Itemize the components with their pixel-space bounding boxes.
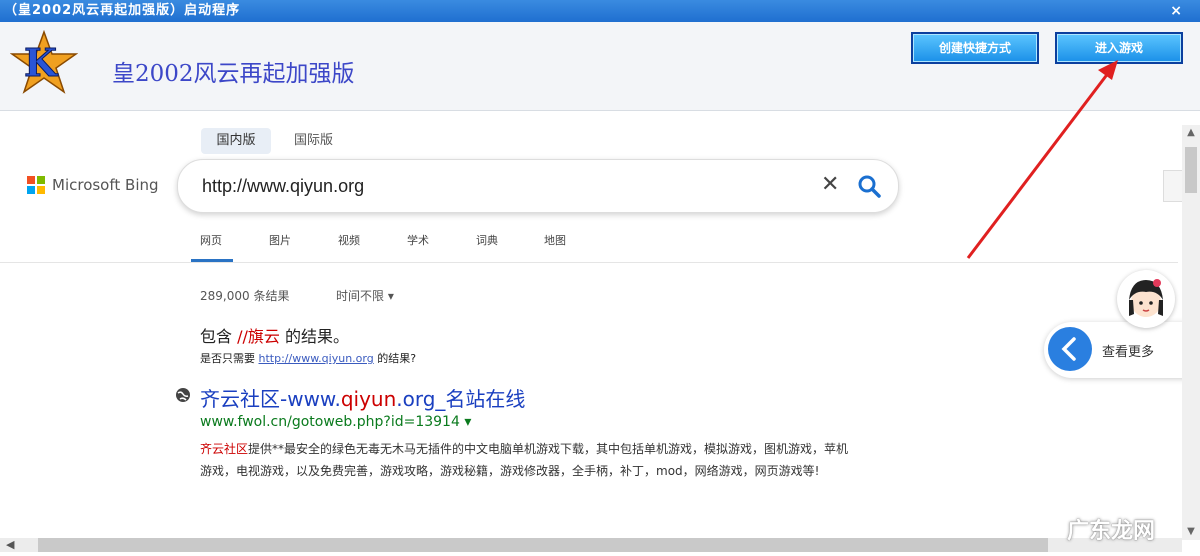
question-text-end: 的结果? [373,352,417,365]
result-description: 齐云社区提供**最安全的绿色无毒无木马无插件的中文电脑单机游戏下载，其中包括单机… [200,438,860,482]
nav-tab-videos[interactable]: 视频 [338,233,360,249]
result-desc-text: 提供**最安全的绿色无毒无木马无插件的中文电脑单机游戏下载，其中包括单机游戏，模… [200,442,849,478]
chevron-left-icon [1061,337,1076,361]
suggestion-question: 是否只需要 http://www.qiyun.org 的结果? [200,350,416,366]
chevron-down-icon: ▾ [387,289,394,303]
microsoft-logo-icon [27,176,45,194]
app-name: 皇2002风云再起加强版 [112,61,355,87]
vertical-scrollbar[interactable]: ▲ ▼ [1182,125,1200,540]
question-text: 是否只需要 [200,352,259,365]
time-filter-label: 时间不限 [336,289,385,303]
result-url-text: www.fwol.cn/gotoweb.php?id=13914 [200,414,460,430]
search-box[interactable]: ✕ [177,159,899,213]
clear-icon[interactable]: ✕ [821,172,839,198]
game-logo: K [10,30,78,94]
tab-domestic[interactable]: 国内版 [201,128,271,154]
vertical-scroll-thumb[interactable] [1185,147,1197,193]
tab-international[interactable]: 国际版 [294,128,333,154]
nav-tab-web[interactable]: 网页 [200,233,222,249]
spelling-suggestion: 包含 //旗云 的结果。 [200,323,349,347]
watermark: 广东龙网 [1067,519,1156,544]
result-desc-highlight: 齐云社区 [200,442,249,456]
girl-avatar-icon [1129,279,1163,317]
nav-tab-images[interactable]: 图片 [269,233,291,249]
caret-down-icon[interactable]: ▾ [464,414,471,430]
result-count: 289,000 条结果 [200,289,290,303]
nav-tab-dictionary[interactable]: 词典 [476,233,498,249]
assistant-avatar[interactable] [1117,270,1175,328]
close-icon[interactable]: × [1170,0,1182,22]
scroll-down-icon[interactable]: ▼ [1182,524,1200,540]
nav-tab-maps[interactable]: 地图 [544,233,566,249]
window-title: （皇2002风云再起加强版）启动程序 [4,3,241,18]
view-more-widget[interactable]: 查看更多 [1044,322,1192,378]
window-titlebar: （皇2002风云再起加强版）启动程序 × [0,0,1200,22]
scroll-left-icon[interactable]: ◀ [6,538,14,552]
launcher-header: K 皇2002风云再起加强版 创建快捷方式 进入游戏 [0,22,1200,111]
bing-logo[interactable]: Microsoft Bing [27,174,167,196]
enter-game-button[interactable]: 进入游戏 [1055,32,1183,64]
side-panel-tab[interactable] [1163,170,1183,202]
nav-divider [0,262,1178,263]
result-title-highlight: qiyun [340,387,397,411]
suggestion-text-end: 的结果。 [279,327,349,346]
bing-brand: Microsoft Bing [52,176,159,194]
search-input[interactable] [200,173,804,199]
back-circle-icon [1048,327,1092,371]
nav-tab-academic[interactable]: 学术 [407,233,429,249]
suggestion-highlight: //旗云 [237,327,280,346]
result-title-link[interactable]: 齐云社区-www.qiyun.org_名站在线 [200,383,525,412]
suggestion-text: 包含 [200,327,238,346]
search-icon[interactable] [856,173,882,199]
view-more-label: 查看更多 [1102,345,1155,360]
globe-icon [176,388,190,402]
browser-pane: 国内版 国际版 Microsoft Bing ✕ 网页 图片 视频 学术 词典 … [0,111,1200,556]
time-filter-dropdown[interactable]: 时间不限 ▾ [336,287,394,304]
svg-text:K: K [24,40,59,85]
create-shortcut-button[interactable]: 创建快捷方式 [911,32,1039,64]
horizontal-scroll-thumb[interactable] [38,538,1048,552]
result-title-text: 齐云社区-www. [200,387,341,411]
result-title-text-end: .org_名站在线 [396,387,526,411]
scroll-up-icon[interactable]: ▲ [1182,125,1200,141]
suggestion-link[interactable]: http://www.qiyun.org [259,352,374,365]
result-url[interactable]: www.fwol.cn/gotoweb.php?id=13914 ▾ [200,414,471,430]
